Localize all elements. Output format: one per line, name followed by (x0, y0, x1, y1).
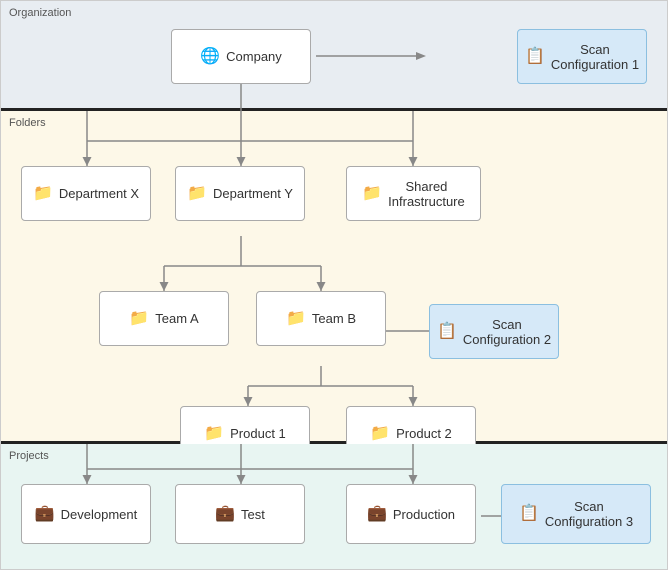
scan-config-2-icon: 📋 (437, 321, 457, 341)
org-label: Organization (9, 7, 71, 19)
department-y-node: 📁 Department Y (175, 166, 305, 221)
diagram-wrapper: Organization 🌐 Company 📋 ScanConfigurati… (0, 0, 668, 570)
folders-label: Folders (9, 117, 46, 129)
dept-y-icon: 📁 (187, 183, 207, 203)
team-a-label: Team A (155, 311, 198, 326)
development-label: Development (61, 507, 138, 522)
scan-config-3-icon: 📋 (519, 503, 539, 523)
production-label: Production (393, 507, 455, 522)
production-node: 💼 Production (346, 484, 476, 544)
scan-config-3-label: ScanConfiguration 3 (545, 499, 633, 529)
shared-infra-label: SharedInfrastructure (388, 179, 465, 209)
team-a-node: 📁 Team A (99, 291, 229, 346)
scan-config-1-label: ScanConfiguration 1 (551, 42, 639, 72)
team-b-label: Team B (312, 311, 356, 326)
test-label: Test (241, 507, 265, 522)
scan-config-1-node: 📋 ScanConfiguration 1 (517, 29, 647, 84)
dept-x-icon: 📁 (33, 183, 53, 203)
dept-x-label: Department X (59, 186, 139, 201)
section-projects: Projects 💼 Development (1, 444, 667, 569)
company-label: Company (226, 49, 282, 64)
production-icon: 💼 (367, 503, 387, 523)
section-org: Organization 🌐 Company 📋 ScanConfigurati… (1, 1, 667, 111)
company-node: 🌐 Company (171, 29, 311, 84)
team-b-node: 📁 Team B (256, 291, 386, 346)
department-x-node: 📁 Department X (21, 166, 151, 221)
dept-y-label: Department Y (213, 186, 293, 201)
shared-infra-icon: 📁 (362, 183, 382, 203)
scan-config-1-icon: 📋 (525, 46, 545, 66)
shared-infra-node: 📁 SharedInfrastructure (346, 166, 481, 221)
product-1-label: Product 1 (230, 426, 286, 441)
projects-label: Projects (9, 450, 49, 462)
product-2-icon: 📁 (370, 423, 390, 443)
product-2-label: Product 2 (396, 426, 452, 441)
scan-config-2-label: ScanConfiguration 2 (463, 317, 551, 347)
folders-connectors (1, 111, 667, 441)
scan-config-2-node: 📋 ScanConfiguration 2 (429, 304, 559, 359)
test-icon: 💼 (215, 503, 235, 523)
product-1-icon: 📁 (204, 423, 224, 443)
scan-config-3-node: 📋 ScanConfiguration 3 (501, 484, 651, 544)
team-b-icon: 📁 (286, 308, 306, 328)
development-icon: 💼 (35, 503, 55, 523)
section-folders: Folders (1, 111, 667, 444)
development-node: 💼 Development (21, 484, 151, 544)
company-icon: 🌐 (200, 46, 220, 66)
test-node: 💼 Test (175, 484, 305, 544)
team-a-icon: 📁 (129, 308, 149, 328)
